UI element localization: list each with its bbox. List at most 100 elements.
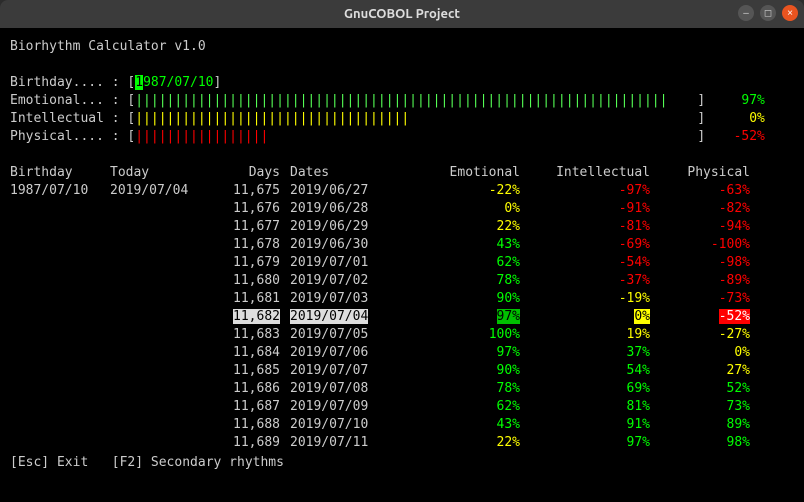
physical-bar-row: Physical.... : [|||||||||||||||||] -52% — [10, 128, 794, 146]
cell-days: 11,683 — [210, 326, 290, 344]
cell-today — [110, 326, 210, 344]
cell-physical: -63% — [660, 182, 760, 200]
cell-intellectual: -91% — [530, 200, 660, 218]
cell-emotional: 100% — [410, 326, 530, 344]
cell-emotional: 22% — [410, 218, 530, 236]
cell-emotional: 62% — [410, 398, 530, 416]
cell-days: 11,689 — [210, 434, 290, 452]
cell-today — [110, 236, 210, 254]
cell-days: 11,686 — [210, 380, 290, 398]
cursor: 1 — [135, 75, 143, 90]
col-emotional: Emotional — [410, 164, 530, 182]
birthday-input-row[interactable]: Birthday.... : [1987/07/10] — [10, 74, 794, 92]
cell-days: 11,677 — [210, 218, 290, 236]
f2-key[interactable]: [F2] — [112, 455, 143, 470]
physical-bar: ||||||||||||||||| — [135, 129, 268, 144]
cell-date: 2019/07/06 — [290, 344, 410, 362]
esc-text: Exit — [49, 455, 112, 470]
cell-intellectual: 19% — [530, 326, 660, 344]
col-intellectual: Intellectual — [530, 164, 660, 182]
cell-intellectual: 97% — [530, 434, 660, 452]
cell-emotional: 90% — [410, 290, 530, 308]
intellectual-bar: ||||||||||||||||||||||||||||||||||| — [135, 111, 409, 126]
cell-intellectual: -37% — [530, 272, 660, 290]
cell-intellectual: 69% — [530, 380, 660, 398]
cell-days: 11,681 — [210, 290, 290, 308]
birthday-input-value[interactable]: 987/07/10 — [143, 75, 213, 90]
col-dates: Dates — [290, 164, 410, 182]
table-row: 11,6822019/07/04 97% 0% -52% — [10, 308, 794, 326]
cell-intellectual: 91% — [530, 416, 660, 434]
cell-date: 2019/07/01 — [290, 254, 410, 272]
table-row: 11,6882019/07/1043%91%89% — [10, 416, 794, 434]
cell-date: 2019/07/07 — [290, 362, 410, 380]
cell-date: 2019/07/10 — [290, 416, 410, 434]
cell-date: 2019/07/02 — [290, 272, 410, 290]
cell-physical: -98% — [660, 254, 760, 272]
cell-intellectual: -54% — [530, 254, 660, 272]
emotional-value: 97% — [721, 92, 765, 110]
cell-birthday — [10, 254, 110, 272]
col-physical: Physical — [660, 164, 760, 182]
cell-days: 11,687 — [210, 398, 290, 416]
cell-emotional: 62% — [410, 254, 530, 272]
intellectual-value: 0% — [721, 110, 765, 128]
window-minimize-icon[interactable]: – — [738, 5, 754, 21]
cell-date: 2019/07/03 — [290, 290, 410, 308]
cell-days: 11,684 — [210, 344, 290, 362]
emotional-label: Emotional... : — [10, 93, 120, 108]
table-row: 11,6762019/06/280%-91%-82% — [10, 200, 794, 218]
cell-birthday — [10, 416, 110, 434]
intellectual-bar-row: Intellectual : [||||||||||||||||||||||||… — [10, 110, 794, 128]
cell-birthday — [10, 290, 110, 308]
col-today: Today — [110, 164, 210, 182]
col-days: Days — [210, 164, 290, 182]
cell-intellectual: -69% — [530, 236, 660, 254]
f2-text: Secondary rhythms — [143, 455, 284, 470]
cell-intellectual: 54% — [530, 362, 660, 380]
cell-date: 2019/06/28 — [290, 200, 410, 218]
table-row: 1987/07/102019/07/0411,6752019/06/27-22%… — [10, 182, 794, 200]
cell-days: 11,682 — [210, 308, 290, 326]
table-row: 11,6802019/07/0278%-37%-89% — [10, 272, 794, 290]
cell-physical: 27% — [660, 362, 760, 380]
cell-today — [110, 380, 210, 398]
cell-today — [110, 434, 210, 452]
cell-emotional: 97% — [410, 308, 530, 326]
cell-intellectual: 81% — [530, 398, 660, 416]
cell-intellectual: -97% — [530, 182, 660, 200]
cell-birthday — [10, 344, 110, 362]
cell-days: 11,679 — [210, 254, 290, 272]
cell-physical: -27% — [660, 326, 760, 344]
cell-birthday — [10, 398, 110, 416]
footer: [Esc] Exit [F2] Secondary rhythms — [10, 454, 794, 472]
cell-days: 11,676 — [210, 200, 290, 218]
table-row: 11,6842019/07/0697%37%0% — [10, 344, 794, 362]
app-title: Biorhythm Calculator v1.0 — [10, 38, 794, 56]
cell-birthday: 1987/07/10 — [10, 182, 110, 200]
cell-physical: 89% — [660, 416, 760, 434]
cell-emotional: 0% — [410, 200, 530, 218]
window-maximize-icon[interactable]: ◻ — [760, 5, 776, 21]
emotional-bar-row: Emotional... : [||||||||||||||||||||||||… — [10, 92, 794, 110]
cell-date: 2019/07/05 — [290, 326, 410, 344]
window-titlebar: GnuCOBOL Project – ◻ × — [0, 0, 804, 28]
table-row: 11,6832019/07/05100%19%-27% — [10, 326, 794, 344]
window-close-icon[interactable]: × — [782, 5, 798, 21]
cell-today — [110, 290, 210, 308]
cell-emotional: 78% — [410, 272, 530, 290]
cell-birthday — [10, 236, 110, 254]
cell-days: 11,688 — [210, 416, 290, 434]
cell-emotional: 22% — [410, 434, 530, 452]
cell-intellectual: -81% — [530, 218, 660, 236]
esc-key[interactable]: [Esc] — [10, 455, 49, 470]
cell-days: 11,680 — [210, 272, 290, 290]
cell-today — [110, 200, 210, 218]
table-row: 11,6812019/07/0390%-19%-73% — [10, 290, 794, 308]
cell-physical: -100% — [660, 236, 760, 254]
window-title: GnuCOBOL Project — [344, 7, 460, 21]
cell-emotional: 43% — [410, 416, 530, 434]
birthday-label: Birthday.... : — [10, 75, 120, 90]
cell-physical: 98% — [660, 434, 760, 452]
cell-today — [110, 398, 210, 416]
